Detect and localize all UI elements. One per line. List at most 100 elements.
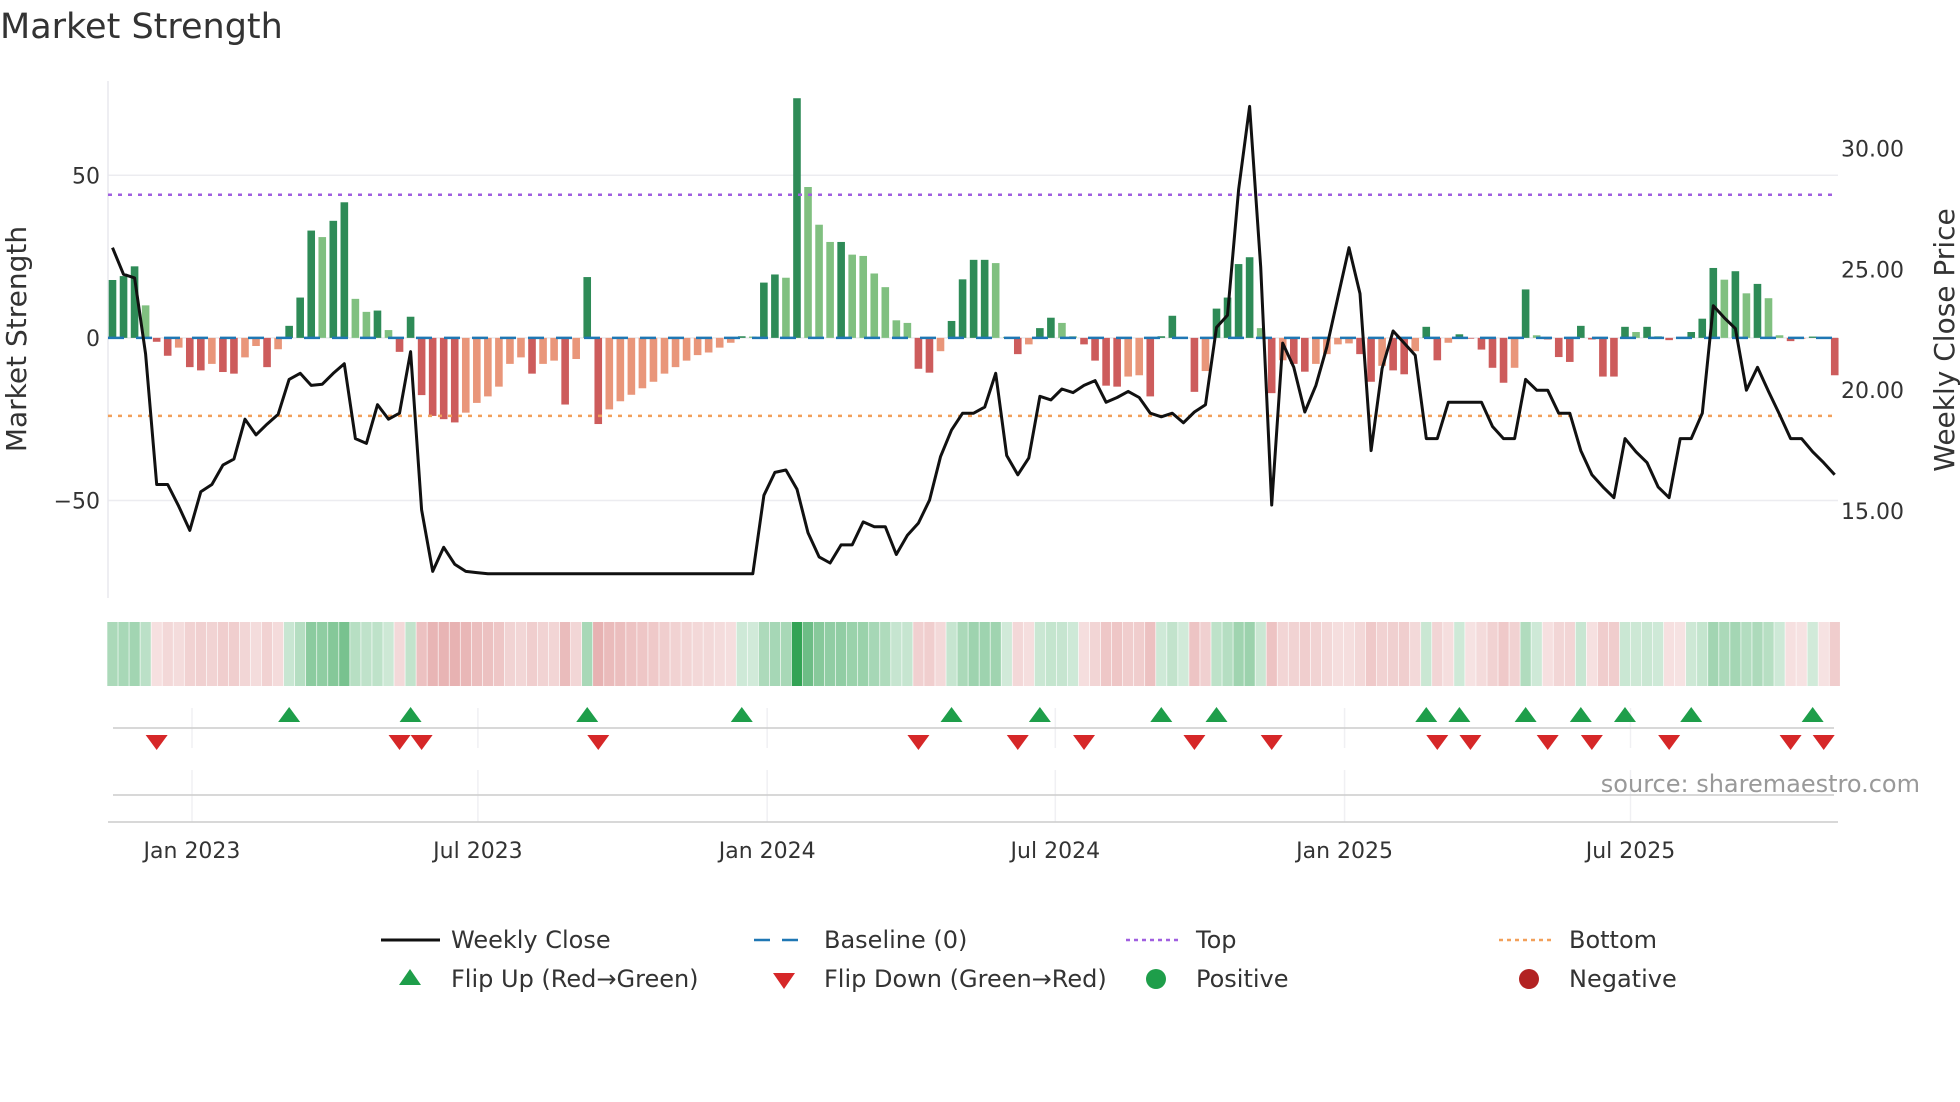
right-tick-label: 20.00 bbox=[1841, 379, 1904, 404]
strength-bar bbox=[484, 337, 492, 397]
flip-up-marker bbox=[576, 707, 599, 722]
strength-bar bbox=[1775, 335, 1784, 338]
heat-cell bbox=[924, 622, 935, 686]
heat-cell bbox=[858, 622, 869, 686]
heat-cell bbox=[990, 622, 1001, 686]
heat-cell bbox=[1752, 622, 1763, 686]
heat-cell bbox=[670, 622, 681, 686]
heat-cell bbox=[681, 622, 692, 686]
strength-bar bbox=[1521, 289, 1530, 338]
strength-bar bbox=[1488, 337, 1497, 368]
x-tick-label: Jul 2024 bbox=[1009, 839, 1101, 864]
strength-bar bbox=[1367, 337, 1375, 382]
heat-cell bbox=[1023, 622, 1035, 686]
strength-bar bbox=[329, 220, 338, 338]
heat-cell bbox=[736, 622, 747, 686]
strength-bar bbox=[1190, 337, 1199, 392]
strength-bar bbox=[495, 337, 503, 387]
heat-cell bbox=[979, 622, 990, 686]
left-axis-label: Market Strength bbox=[0, 226, 33, 452]
flip-up-marker bbox=[1150, 707, 1173, 722]
legend-label: Negative bbox=[1569, 965, 1677, 993]
heat-cell bbox=[769, 622, 781, 686]
strength-bar bbox=[1301, 337, 1309, 372]
flip-down-marker bbox=[145, 735, 168, 750]
heat-cell bbox=[1785, 622, 1796, 686]
heat-cell bbox=[1432, 622, 1443, 686]
circle-icon bbox=[1519, 969, 1539, 989]
strength-bar bbox=[947, 320, 956, 338]
heat-cell bbox=[659, 622, 670, 686]
triangle-down-icon bbox=[773, 973, 795, 989]
heat-cell bbox=[692, 622, 703, 686]
heat-cell bbox=[1299, 622, 1311, 686]
strength-bar bbox=[936, 337, 945, 352]
legend-item-flip-down: Flip Down (Green→Red) bbox=[773, 965, 1107, 993]
heat-cell bbox=[526, 622, 538, 686]
strength-bar bbox=[1753, 283, 1762, 338]
heat-cell bbox=[217, 622, 229, 686]
legend-label: Weekly Close bbox=[451, 926, 611, 954]
source-label: source: sharemaestro.com bbox=[1601, 770, 1920, 798]
heat-cell bbox=[880, 622, 891, 686]
strength-bar bbox=[550, 337, 558, 361]
legend-item-negative: Negative bbox=[1519, 965, 1677, 993]
strength-bar bbox=[638, 337, 647, 389]
heat-cell bbox=[869, 622, 880, 686]
strength-bar bbox=[760, 282, 768, 338]
heat-cell bbox=[118, 622, 129, 686]
heat-cell bbox=[471, 622, 483, 686]
strength-bar bbox=[616, 337, 625, 402]
heat-cell bbox=[306, 622, 317, 686]
flip-down-marker bbox=[1580, 735, 1603, 750]
left-tick-label: −50 bbox=[54, 489, 100, 514]
flip-up-marker bbox=[1448, 707, 1471, 722]
heat-cell bbox=[173, 622, 184, 686]
strength-bar bbox=[296, 297, 304, 338]
flip-up-marker bbox=[1514, 707, 1537, 722]
heat-cell bbox=[1730, 622, 1741, 686]
heat-cell bbox=[1167, 622, 1178, 686]
legend-label: Bottom bbox=[1569, 926, 1657, 954]
strength-bar bbox=[804, 187, 812, 338]
heat-cell bbox=[294, 622, 306, 686]
heat-cell bbox=[1608, 622, 1620, 686]
heat-cell bbox=[1697, 622, 1708, 686]
heat-cell bbox=[1575, 622, 1587, 686]
flip-up-marker bbox=[278, 707, 301, 722]
strength-bar bbox=[660, 337, 669, 374]
heat-cell bbox=[427, 622, 438, 686]
heat-cell bbox=[582, 622, 593, 686]
heat-cell bbox=[791, 622, 803, 686]
strength-bar bbox=[395, 337, 404, 352]
strength-bar bbox=[428, 337, 437, 416]
flip-down-marker bbox=[1536, 735, 1559, 750]
heat-cell bbox=[206, 622, 218, 686]
x-tick-label: Jan 2024 bbox=[717, 839, 816, 864]
heat-cell bbox=[1487, 622, 1498, 686]
heat-cell bbox=[107, 622, 118, 686]
heat-cell bbox=[1310, 622, 1322, 686]
left-tick-labels: 50 0 −50 bbox=[54, 164, 100, 514]
strength-bar bbox=[583, 277, 592, 338]
heat-cell bbox=[703, 622, 714, 686]
heat-cell bbox=[758, 622, 770, 686]
strength-bar bbox=[1577, 325, 1585, 338]
strength-bar bbox=[119, 276, 128, 338]
heat-cell bbox=[1630, 622, 1642, 686]
flip-up-marker bbox=[1569, 707, 1592, 722]
strength-bar bbox=[1433, 337, 1442, 361]
flip-up-marker bbox=[1415, 707, 1438, 722]
x-tick-label: Jan 2023 bbox=[142, 839, 241, 864]
strength-bar bbox=[351, 298, 360, 338]
weekly-close-line bbox=[111, 104, 1836, 576]
strength-bar bbox=[1146, 337, 1155, 397]
heat-cell bbox=[1829, 622, 1840, 686]
strength-bar bbox=[1477, 337, 1486, 350]
heat-cell bbox=[1807, 622, 1818, 686]
flip-down-marker bbox=[410, 735, 433, 750]
heat-cell bbox=[1354, 622, 1366, 686]
flip-down-marker bbox=[1779, 735, 1802, 750]
heat-cell bbox=[1288, 622, 1299, 686]
x-tick-label: Jul 2025 bbox=[1584, 839, 1676, 864]
